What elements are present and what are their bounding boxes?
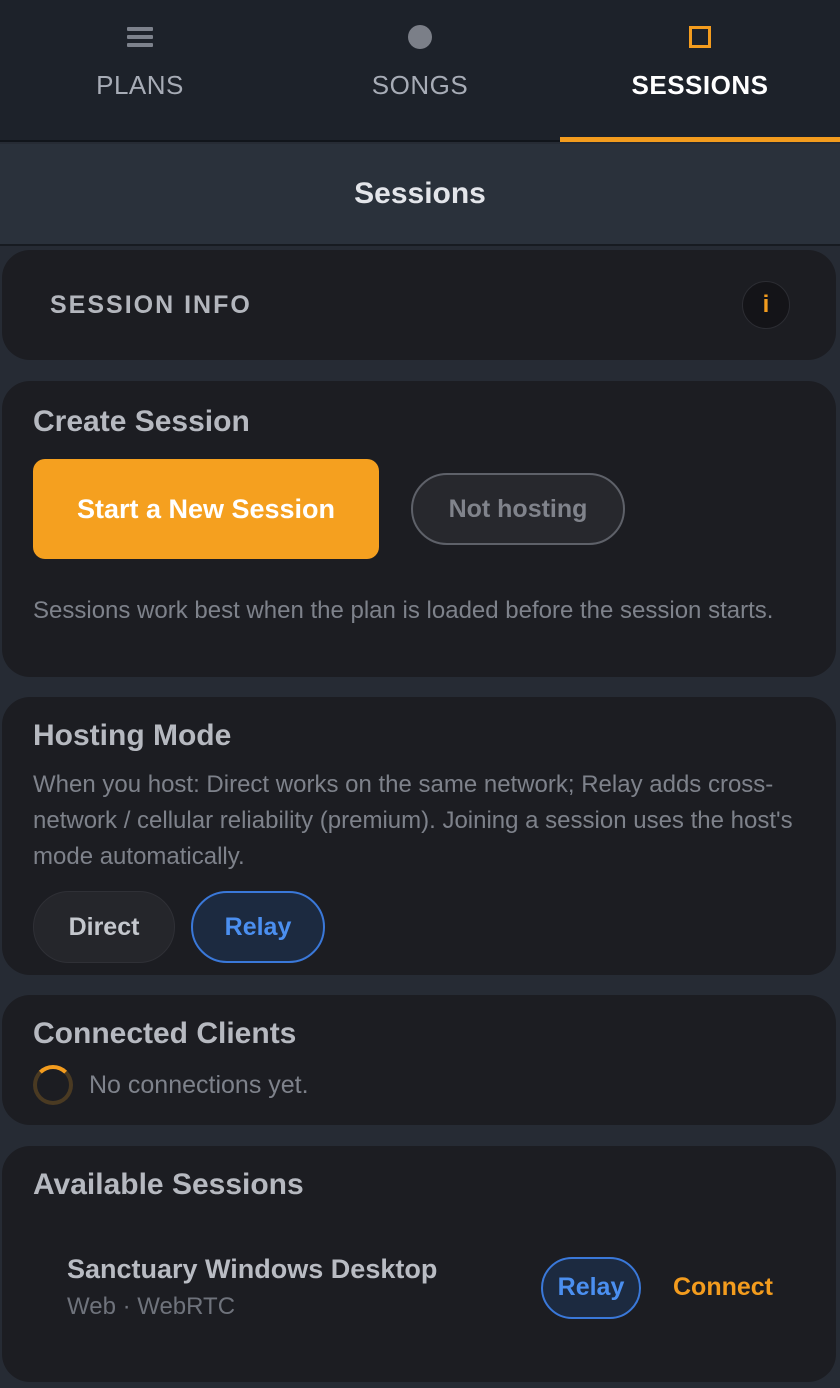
session-name: Sanctuary Windows Desktop: [67, 1254, 438, 1284]
no-connections-text: No connections yet.: [89, 1071, 309, 1099]
info-icon[interactable]: i: [742, 281, 790, 329]
available-sessions-title: Available Sessions: [33, 1168, 304, 1201]
square-icon: [689, 26, 711, 48]
hosting-mode-description: When you host: Direct works on the same …: [33, 771, 793, 870]
hosting-status-pill: Not hosting: [411, 473, 625, 545]
hosting-mode-toggle: Direct Relay: [33, 891, 805, 963]
page-title: Sessions: [354, 177, 486, 210]
create-session-hint: Sessions work best when the plan is load…: [33, 597, 774, 624]
tab-songs[interactable]: SONGS: [280, 0, 560, 140]
direct-mode-button[interactable]: Direct: [33, 891, 175, 963]
tab-plans[interactable]: PLANS: [0, 0, 280, 140]
available-sessions-card: Available Sessions Sanctuary Windows Des…: [2, 1146, 836, 1382]
tab-plans-label: PLANS: [96, 70, 184, 100]
hosting-mode-title: Hosting Mode: [33, 719, 232, 752]
tab-songs-label: SONGS: [371, 70, 469, 100]
menu-icon: [127, 27, 153, 47]
circle-icon: [408, 25, 432, 49]
connect-button[interactable]: Connect: [673, 1273, 773, 1302]
tab-bar: PLANS SONGS SESSIONS: [0, 0, 840, 142]
create-session-title: Create Session: [33, 405, 250, 438]
create-session-card: Create Session Start a New Session Not h…: [2, 381, 836, 677]
hosting-mode-card: Hosting Mode When you host: Direct works…: [2, 697, 836, 975]
connected-clients-card: Connected Clients No connections yet.: [2, 995, 836, 1125]
session-info-card[interactable]: SESSION INFO i: [2, 250, 836, 360]
active-tab-indicator: [560, 137, 840, 142]
start-new-session-button[interactable]: Start a New Session: [33, 459, 379, 559]
loading-spinner-icon: [33, 1065, 73, 1105]
list-item: Sanctuary Windows Desktop Web · WebRTC R…: [33, 1254, 805, 1321]
session-mode-badge: Relay: [541, 1256, 641, 1319]
session-info-title: SESSION INFO: [50, 290, 252, 319]
tab-sessions-label: SESSIONS: [631, 70, 769, 100]
session-meta: Web · WebRTC: [67, 1293, 236, 1320]
page-header: Sessions: [0, 144, 840, 246]
tab-sessions[interactable]: SESSIONS: [560, 0, 840, 142]
connected-clients-title: Connected Clients: [33, 1017, 297, 1050]
relay-mode-button[interactable]: Relay: [191, 891, 325, 963]
